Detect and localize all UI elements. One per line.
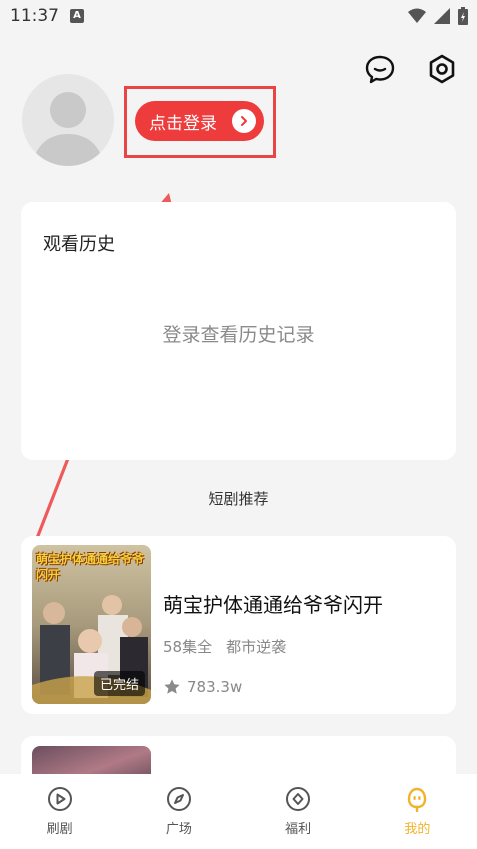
coin-icon: [286, 787, 311, 811]
drama-poster[interactable]: 萌宝护体通通给爷爷闪开 已完结: [32, 545, 151, 704]
recommend-section-title: 短剧推荐: [208, 490, 269, 508]
status-time: 11:37: [10, 6, 59, 26]
tab-label: 福利: [285, 822, 312, 837]
chat-bubble-icon[interactable]: [363, 52, 397, 86]
drama-episodes: 58集全: [163, 638, 213, 656]
tab-shuaju[interactable]: 刷剧: [0, 774, 119, 849]
login-button-label: 点击登录: [149, 113, 217, 134]
battery-icon: [458, 7, 468, 25]
tab-label: 广场: [165, 822, 192, 837]
play-circle-icon: [47, 787, 72, 811]
drama-card[interactable]: 萌宝护体通通给爷爷闪开 已完结 萌宝护体通通给爷爷闪开 58集全 都市逆袭 78…: [21, 536, 456, 714]
chevron-right-icon: [232, 109, 256, 133]
signal-icon: [434, 8, 450, 24]
bottom-tab-bar: 刷剧 广场 福利 我的: [0, 774, 477, 849]
tab-label: 我的: [404, 822, 431, 837]
watch-history-card: 观看历史 登录查看历史记录: [21, 202, 456, 460]
notification-badge-icon: A: [70, 9, 84, 23]
tab-guangchang[interactable]: 广场: [119, 774, 238, 849]
drama-genre: 都市逆袭: [226, 638, 287, 656]
status-bar: 11:37 A: [0, 0, 477, 34]
tab-fuli[interactable]: 福利: [239, 774, 358, 849]
tab-label: 刷剧: [46, 822, 73, 837]
drama-meta: 58集全 都市逆袭: [163, 636, 286, 657]
hex-settings-icon[interactable]: [425, 52, 459, 86]
drama-title[interactable]: 萌宝护体通通给爷爷闪开: [163, 589, 383, 618]
history-title: 观看历史: [43, 234, 115, 255]
profile-face-icon: [408, 787, 427, 812]
compass-icon: [166, 787, 191, 811]
login-button[interactable]: 点击登录: [135, 101, 264, 141]
avatar[interactable]: [22, 74, 114, 166]
drama-rating-value: 783.3w: [187, 678, 243, 696]
drama-rating: 783.3w: [163, 678, 242, 696]
default-avatar-icon: [32, 92, 104, 166]
history-empty-text[interactable]: 登录查看历史记录: [21, 320, 456, 347]
wifi-icon: [408, 8, 426, 23]
header-actions: [363, 52, 459, 86]
tab-wode[interactable]: 我的: [358, 774, 477, 849]
completed-badge: 已完结: [93, 671, 145, 696]
poster-title-text: 萌宝护体通通给爷爷闪开: [36, 552, 145, 582]
star-icon: [164, 679, 180, 694]
status-icons: [407, 6, 469, 26]
